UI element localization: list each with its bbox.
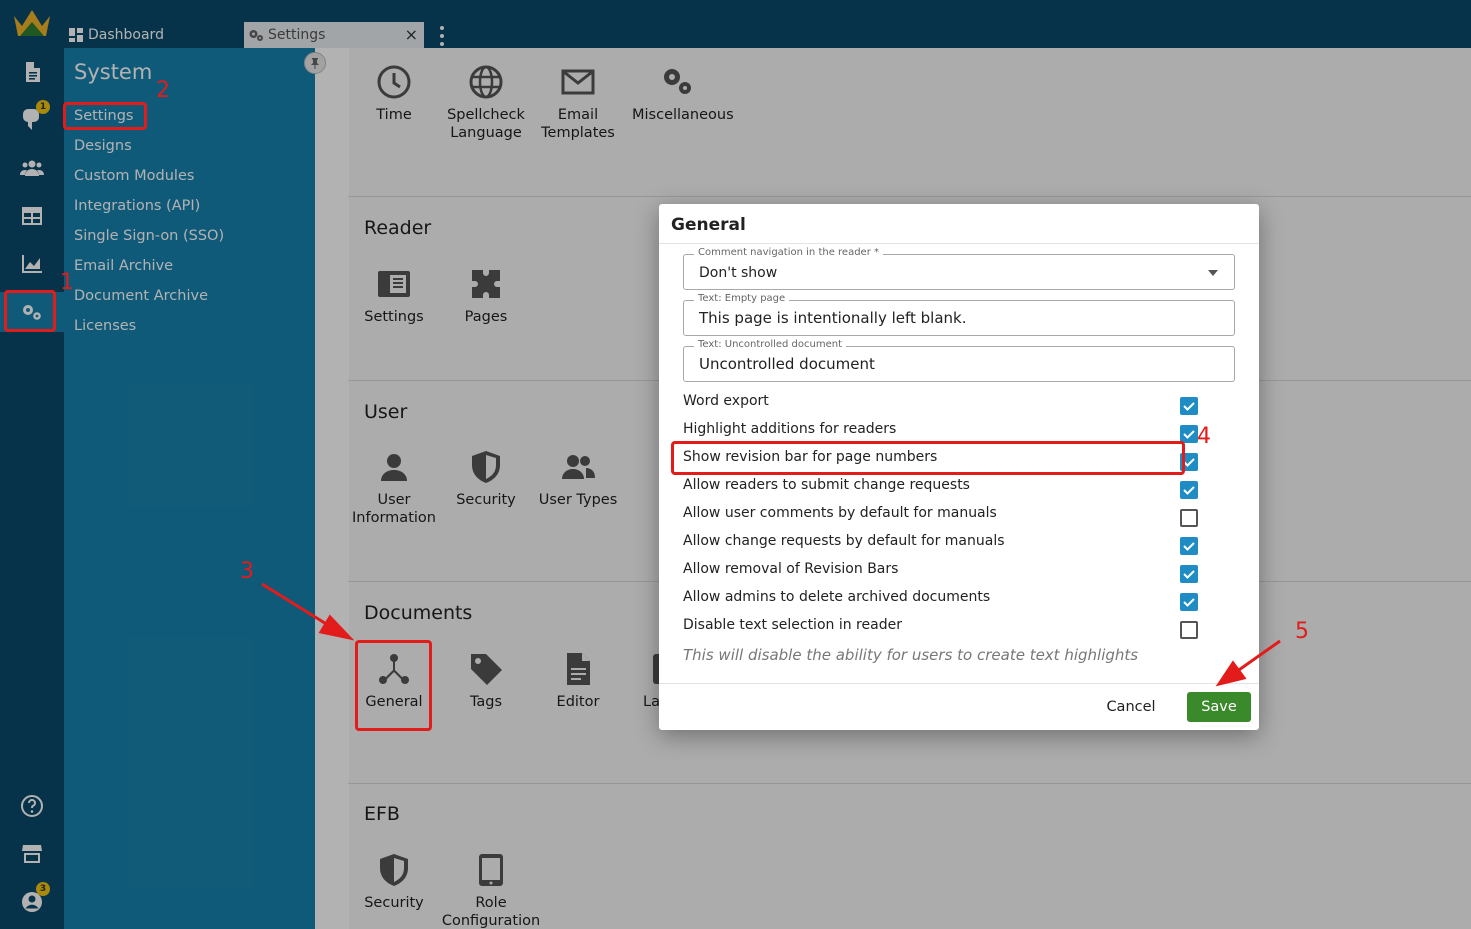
checkbox-user-comments-default[interactable]: [1180, 509, 1198, 527]
annotation-box-rail-settings: [4, 290, 56, 332]
option-submit-change-requests: Allow readers to submit change requests: [683, 477, 1198, 499]
annotation-box-revision-bar-option: [671, 441, 1185, 475]
option-change-requests-default: Allow change requests by default for man…: [683, 533, 1198, 555]
option-label: Allow readers to submit change requests: [683, 477, 970, 493]
option-label: Allow removal of Revision Bars: [683, 561, 899, 577]
field-value: This page is intentionally left blank.: [699, 309, 967, 327]
option-removal-revision-bars: Allow removal of Revision Bars: [683, 561, 1198, 583]
field-value: Don't show: [699, 265, 778, 281]
annotation-number-1: 1: [60, 270, 74, 295]
annotation-number-2: 2: [156, 78, 170, 103]
field-label: Text: Uncontrolled document: [694, 339, 847, 350]
checkbox-word-export[interactable]: [1180, 397, 1198, 415]
disable-text-selection-hint: This will disable the ability for users …: [683, 646, 1139, 664]
option-label: Highlight additions for readers: [683, 421, 897, 437]
annotation-box-general-tile: [355, 640, 432, 731]
annotation-number-4: 4: [1197, 424, 1211, 449]
dialog-footer-divider: [659, 683, 1259, 684]
checkbox-submit-change-requests[interactable]: [1180, 481, 1198, 499]
checkbox-delete-archived[interactable]: [1180, 593, 1198, 611]
cancel-button[interactable]: Cancel: [1094, 692, 1168, 722]
chevron-down-icon: [1208, 270, 1218, 276]
checkbox-change-requests-default[interactable]: [1180, 537, 1198, 555]
uncontrolled-document-text-field[interactable]: Text: Uncontrolled document Uncontrolled…: [683, 339, 1235, 382]
dialog-divider: [659, 243, 1259, 244]
option-label: Allow change requests by default for man…: [683, 533, 1005, 549]
checkbox-removal-revision-bars[interactable]: [1180, 565, 1198, 583]
option-highlight-additions: Highlight additions for readers: [683, 421, 1198, 443]
option-label: Allow user comments by default for manua…: [683, 505, 997, 521]
option-label: Word export: [683, 393, 769, 409]
option-disable-text-selection: Disable text selection in reader: [683, 617, 1198, 639]
field-label: Text: Empty page: [694, 293, 790, 304]
save-button[interactable]: Save: [1187, 692, 1251, 722]
annotation-number-5: 5: [1295, 619, 1309, 644]
empty-page-text-field[interactable]: Text: Empty page This page is intentiona…: [683, 293, 1235, 336]
comment-navigation-select[interactable]: Comment navigation in the reader * Don't…: [683, 247, 1235, 290]
checkbox-disable-text-selection[interactable]: [1180, 621, 1198, 639]
checkbox-highlight-additions[interactable]: [1180, 425, 1198, 443]
field-label: Comment navigation in the reader *: [694, 247, 883, 258]
option-user-comments-default: Allow user comments by default for manua…: [683, 505, 1198, 527]
field-value: Uncontrolled document: [699, 355, 875, 373]
option-label: Disable text selection in reader: [683, 617, 902, 633]
option-delete-archived: Allow admins to delete archived document…: [683, 589, 1198, 611]
annotation-box-sidebar-settings: [63, 102, 147, 130]
annotation-number-3: 3: [240, 559, 254, 584]
option-word-export: Word export: [683, 393, 1198, 415]
option-label: Allow admins to delete archived document…: [683, 589, 991, 605]
dialog-title: General: [671, 215, 746, 235]
